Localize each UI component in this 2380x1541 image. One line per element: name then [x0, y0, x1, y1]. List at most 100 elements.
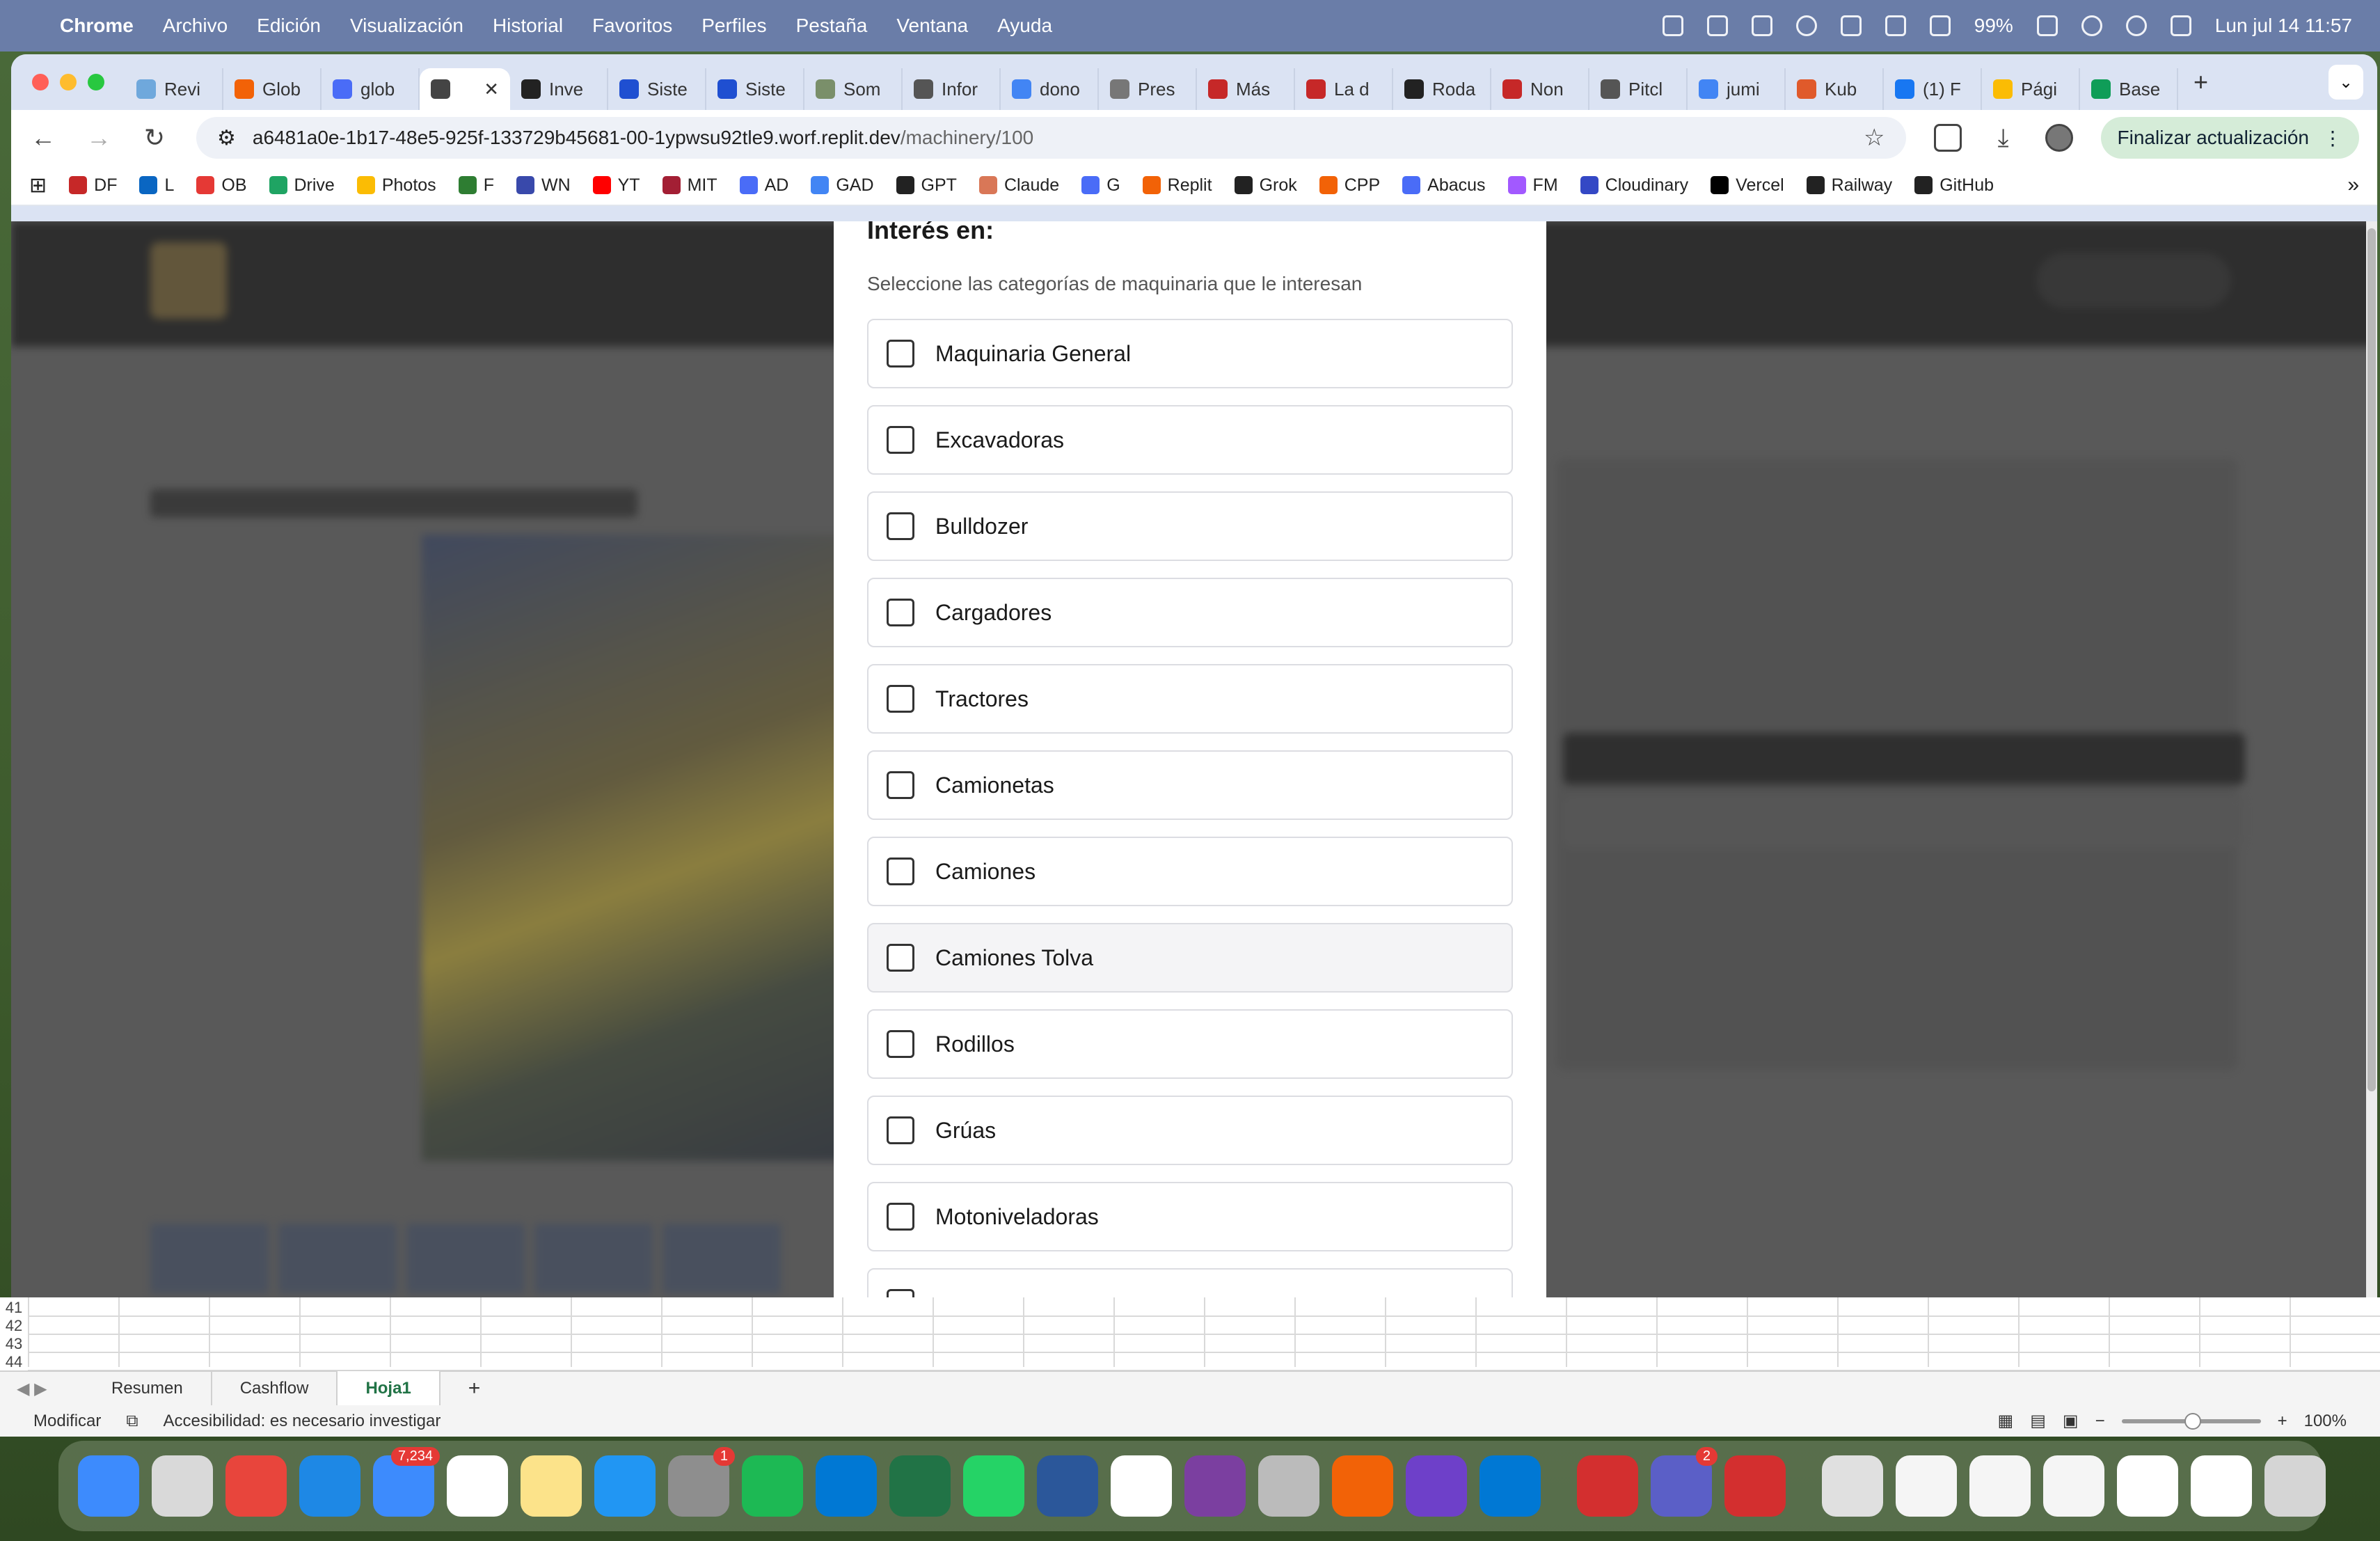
chrome-icon[interactable]	[225, 1455, 287, 1517]
browser-tab[interactable]: Pági	[1982, 68, 2080, 110]
category-checkbox[interactable]	[887, 1116, 914, 1144]
zoom-level[interactable]: 100%	[2304, 1412, 2347, 1431]
spotify-icon[interactable]	[742, 1455, 803, 1517]
browser-tab[interactable]: Kub	[1786, 68, 1884, 110]
sheet-nav-arrows-icon[interactable]: ◀ ▶	[0, 1379, 84, 1399]
category-checkbox[interactable]	[887, 771, 914, 799]
browser-tab[interactable]: Más	[1197, 68, 1295, 110]
browser-tab[interactable]: Siste	[608, 68, 706, 110]
category-checkbox[interactable]	[887, 1030, 914, 1058]
minimize-window-icon[interactable]	[60, 74, 77, 90]
bookmark-item[interactable]: Abacus	[1402, 175, 1486, 196]
browser-tab[interactable]: Inve	[510, 68, 608, 110]
category-checkbox[interactable]	[887, 1203, 914, 1231]
browser-tab[interactable]: Roda	[1393, 68, 1491, 110]
more-bookmarks-icon[interactable]: »	[2347, 173, 2359, 197]
screenshot-icon[interactable]	[1969, 1455, 2031, 1517]
launchpad-icon[interactable]	[152, 1455, 213, 1517]
bookmark-item[interactable]: MIT	[662, 175, 717, 196]
teams-icon[interactable]: 2	[1651, 1447, 1717, 1517]
bookmark-item[interactable]: GitHub	[1914, 175, 1994, 196]
zoom-slider-knob[interactable]	[2184, 1412, 2201, 1430]
close-tab-icon[interactable]: ✕	[484, 79, 499, 100]
scrollbar-thumb[interactable]	[2367, 228, 2376, 1091]
profile-avatar-icon[interactable]	[2045, 124, 2073, 152]
category-checkbox[interactable]	[887, 1289, 914, 1297]
extensions-icon[interactable]	[1933, 124, 1962, 152]
add-sheet-button[interactable]: +	[441, 1371, 509, 1406]
browser-tab[interactable]: jumi	[1688, 68, 1786, 110]
finder-icon[interactable]	[78, 1455, 139, 1517]
apps-grid-icon[interactable]: ⊞	[29, 173, 47, 198]
category-option[interactable]: Tractores	[867, 664, 1513, 734]
browser-tab[interactable]: Som	[804, 68, 903, 110]
menu-ayuda[interactable]: Ayuda	[997, 15, 1052, 37]
bluetooth-icon[interactable]	[1885, 15, 1906, 36]
record-icon[interactable]	[1184, 1455, 1246, 1517]
safari-icon[interactable]	[299, 1455, 360, 1517]
browser-tab[interactable]: Pitcl	[1589, 68, 1688, 110]
bookmark-item[interactable]: Photos	[356, 175, 436, 196]
calendar-icon[interactable]	[447, 1455, 508, 1517]
row-header[interactable]: 44	[0, 1353, 28, 1371]
reload-icon[interactable]: ↻	[141, 123, 168, 152]
back-arrow-icon[interactable]: ←	[29, 123, 57, 152]
documents-folder-icon[interactable]	[1822, 1455, 1883, 1517]
blank-window-icon[interactable]	[2117, 1455, 2178, 1517]
menu-historial[interactable]: Historial	[493, 15, 563, 37]
bookmark-item[interactable]: L	[139, 175, 174, 196]
trash-icon[interactable]	[2264, 1455, 2326, 1517]
menubar-clock[interactable]: Lun jul 14 11:57	[2215, 15, 2352, 37]
drive-status-icon[interactable]	[1751, 15, 1772, 36]
replit-icon[interactable]	[1332, 1455, 1393, 1517]
accessibility-status[interactable]: Accesibilidad: es necesario investigar	[164, 1412, 441, 1431]
menu-archivo[interactable]: Archivo	[163, 15, 228, 37]
address-bar[interactable]: ⚙ a6481a0e-1b17-48e5-925f-133729b45681-0…	[196, 117, 1906, 159]
bookmark-item[interactable]: CPP	[1319, 175, 1380, 196]
close-window-icon[interactable]	[32, 74, 49, 90]
category-option[interactable]: Excavadoras	[867, 405, 1513, 475]
site-settings-icon[interactable]: ⚙	[217, 126, 236, 150]
iphone-mirroring-icon[interactable]	[1258, 1455, 1319, 1517]
menu-ventana[interactable]: Ventana	[896, 15, 968, 37]
macro-record-icon[interactable]: ⧉	[126, 1412, 138, 1431]
category-option[interactable]: Rodillos	[867, 1009, 1513, 1079]
bookmark-item[interactable]: Claude	[978, 175, 1059, 196]
tab-search-chevron-icon[interactable]: ⌄	[2329, 65, 2363, 100]
bookmark-item[interactable]: Vercel	[1711, 175, 1784, 196]
sheet-tab[interactable]: Hoja1	[338, 1371, 441, 1406]
spotlight-search-icon[interactable]	[2125, 15, 2147, 36]
bookmark-item[interactable]: G	[1081, 175, 1120, 196]
category-option[interactable]: Motoniveladoras	[867, 1182, 1513, 1251]
sheet-tab[interactable]: Cashflow	[212, 1371, 338, 1406]
bookmark-item[interactable]: OB	[196, 175, 247, 196]
whatsapp-icon[interactable]	[963, 1455, 1024, 1517]
category-option[interactable]: Grúas	[867, 1096, 1513, 1165]
control-center-icon[interactable]	[2170, 15, 2191, 36]
browser-tab[interactable]: La d	[1295, 68, 1393, 110]
sheet-tab[interactable]: Resumen	[84, 1371, 212, 1406]
file-stack-icon[interactable]	[1896, 1455, 1957, 1517]
forward-arrow-icon[interactable]: →	[85, 123, 113, 152]
download-icon[interactable]: ⤓	[1990, 123, 2017, 153]
bookmark-item[interactable]: Drive	[269, 175, 335, 196]
category-checkbox[interactable]	[887, 858, 914, 885]
zoom-window-icon[interactable]	[88, 74, 104, 90]
menu-visualizacion[interactable]: Visualización	[350, 15, 463, 37]
zoom-icon[interactable]	[1724, 1455, 1786, 1517]
bookmark-item[interactable]: Railway	[1806, 175, 1892, 196]
blank-window-2-icon[interactable]	[2191, 1455, 2252, 1517]
page-layout-view-icon[interactable]: ▤	[2030, 1411, 2046, 1431]
category-checkbox[interactable]	[887, 512, 914, 540]
mail-icon[interactable]: 7,234	[373, 1447, 440, 1517]
menu-perfiles[interactable]: Perfiles	[701, 15, 766, 37]
fantastical-icon[interactable]	[1111, 1455, 1172, 1517]
browser-tab[interactable]: Revi	[125, 68, 223, 110]
bookmark-item[interactable]: F	[458, 175, 494, 196]
bookmark-item[interactable]: FM	[1507, 175, 1558, 196]
browser-tab[interactable]: Base	[2080, 68, 2178, 110]
category-option[interactable]: Bulldozer	[867, 491, 1513, 561]
bookmark-item[interactable]: Grok	[1234, 175, 1297, 196]
category-checkbox[interactable]	[887, 340, 914, 368]
system-settings-icon[interactable]: 1	[668, 1447, 735, 1517]
